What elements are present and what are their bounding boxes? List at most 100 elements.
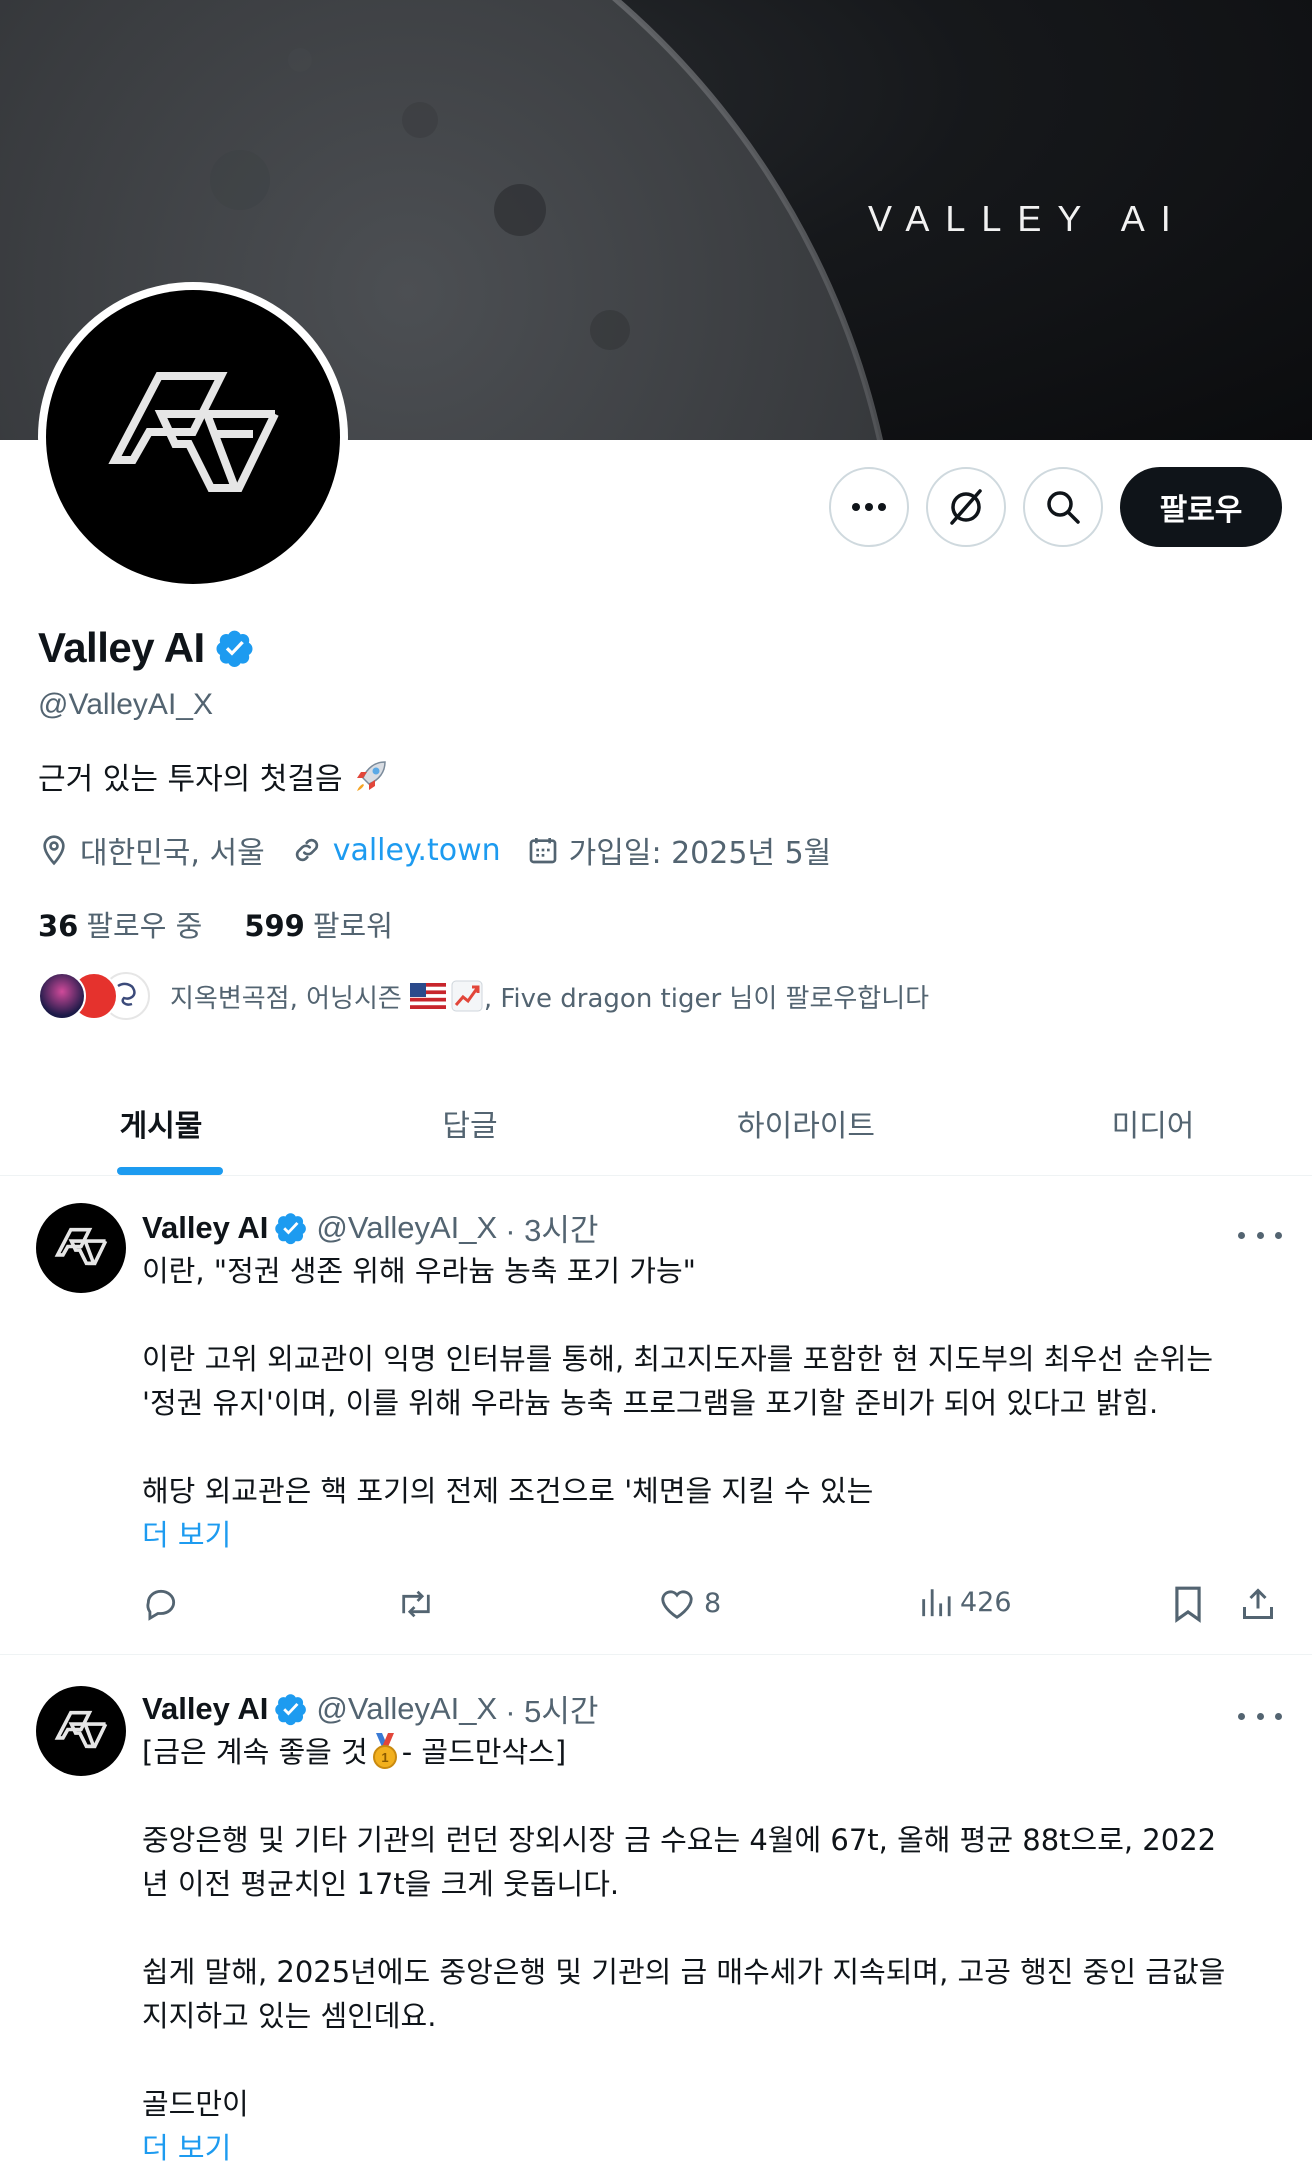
- profile-avatar[interactable]: [38, 282, 348, 592]
- tab-media-label: 미디어: [1111, 1108, 1195, 1144]
- post-line: 쉽게 말해, 2025년에도 중앙은행 및 기관의 금 매수세가 지속되며, 고…: [142, 1955, 1226, 1989]
- location-text: 대한민국, 서울: [80, 836, 265, 871]
- post-header: Valley AI @ValleyAI_X · 5시간: [142, 1686, 598, 1731]
- post-line: 이란 고위 외교관이 익명 인터뷰를 통해, 최고지도자를 포함한 현 지도부의…: [142, 1342, 1214, 1376]
- grok-button[interactable]: [926, 467, 1006, 547]
- more-options-button[interactable]: [829, 467, 909, 547]
- post-line: 지지하고 있는 셈인데요.: [142, 1999, 437, 2033]
- post-time[interactable]: · 3시간: [505, 1205, 598, 1250]
- post-blank-line: [142, 1293, 1282, 1337]
- active-tab-indicator: [117, 1167, 223, 1175]
- followed-by-row[interactable]: 지옥변곡점, 어닝시즌 , Five dragon tiger 님이 팔로우합니…: [38, 972, 929, 1020]
- tab-posts-label: 게시물: [119, 1108, 203, 1144]
- us-flag-emoji-icon: [409, 983, 446, 1009]
- follower-avatars: [38, 972, 166, 1020]
- post-blank-line: [142, 1425, 1282, 1469]
- post-time[interactable]: · 5시간: [505, 1686, 598, 1731]
- medal-emoji-icon: 1: [372, 1733, 397, 1769]
- chart-increasing-emoji-icon: [451, 980, 483, 1012]
- bookmark-icon: [1175, 1586, 1201, 1623]
- post-line: 이란, "정권 생존 위해 우라늄 농축 포기 가능": [142, 1254, 696, 1288]
- post-actions: 8 426: [142, 1585, 1282, 1629]
- profile-handle: @ValleyAI_X: [38, 688, 213, 721]
- post-author-name[interactable]: Valley AI: [142, 1691, 268, 1727]
- profile-meta-row: 대한민국, 서울 valley.town 가입일: 2025년 5월: [38, 828, 857, 872]
- bio-text: 근거 있는 투자의 첫걸음: [38, 762, 343, 797]
- verified-badge-icon[interactable]: [274, 1211, 308, 1245]
- tab-posts[interactable]: 게시물: [0, 1070, 322, 1175]
- tab-replies-label: 답글: [442, 1108, 498, 1144]
- like-button[interactable]: 8: [658, 1585, 721, 1621]
- post-blank-line: [142, 1774, 1282, 1818]
- post-header: Valley AI @ValleyAI_X · 3시간: [142, 1205, 598, 1250]
- following-stat[interactable]: 36 팔로우 중: [38, 903, 202, 945]
- grok-icon: [950, 489, 982, 525]
- post-author-name[interactable]: Valley AI: [142, 1210, 268, 1246]
- post-item[interactable]: Valley AI @ValleyAI_X · 3시간 이란, "정권 생존 위…: [0, 1177, 1312, 1655]
- post-body: 이란, "정권 생존 위해 우라늄 농축 포기 가능" 이란 고위 외교관이 익…: [142, 1249, 1282, 1557]
- analytics-icon: [922, 1589, 951, 1617]
- profile-link[interactable]: valley.town: [333, 833, 501, 868]
- post-author-handle[interactable]: @ValleyAI_X: [316, 1210, 497, 1246]
- repost-icon: [402, 1590, 430, 1618]
- followers-stat[interactable]: 599 팔로워: [244, 903, 393, 945]
- banner-logo-text: VALLEY AI: [868, 198, 1187, 239]
- bookmark-button[interactable]: [1172, 1585, 1204, 1623]
- profile-name-row: Valley AI: [38, 624, 255, 672]
- reply-button[interactable]: [142, 1585, 180, 1623]
- post-more-button[interactable]: [1238, 1706, 1282, 1726]
- reply-icon: [146, 1589, 176, 1621]
- post-more-button[interactable]: [1238, 1225, 1282, 1245]
- tab-highlights-label: 하이라이트: [737, 1108, 875, 1144]
- valley-logo-icon: [54, 1710, 108, 1749]
- joined-item: 가입일: 2025년 5월: [527, 828, 832, 872]
- show-more-link[interactable]: 더 보기: [142, 2126, 1282, 2170]
- calendar-icon: [529, 838, 556, 864]
- post-line: 년 이전 평균치인 17t을 크게 웃돕니다.: [142, 1867, 620, 1901]
- like-count: 8: [704, 1587, 722, 1619]
- profile-tabs: 게시물 답글 하이라이트 미디어: [0, 1070, 1312, 1176]
- link-icon: [295, 838, 318, 862]
- profile-name: Valley AI: [38, 624, 205, 671]
- location-item: 대한민국, 서울: [38, 828, 265, 872]
- post-blank-line: [142, 1906, 1282, 1950]
- post-line: [금은 계속 좋을 것 1 - 골드만삭스]: [142, 1730, 1282, 1774]
- post-line: 중앙은행 및 기타 기관의 런던 장외시장 금 수요는 4월에 67t, 올해 …: [142, 1823, 1217, 1857]
- profile-bio: 근거 있는 투자의 첫걸음: [38, 754, 391, 798]
- post-avatar[interactable]: [36, 1686, 126, 1776]
- share-button[interactable]: [1240, 1585, 1276, 1623]
- followed-by-names: 지옥변곡점, 어닝시즌: [170, 983, 402, 1014]
- verified-badge-icon[interactable]: [274, 1692, 308, 1726]
- follow-stats: 36 팔로우 중 599 팔로워: [38, 903, 393, 945]
- tab-replies[interactable]: 답글: [322, 1070, 618, 1175]
- valley-logo-icon: [108, 372, 279, 492]
- repost-button[interactable]: [396, 1585, 436, 1623]
- post-item[interactable]: Valley AI @ValleyAI_X · 5시간 [금은 계속 좋을 것 …: [0, 1656, 1312, 2174]
- post-body: [금은 계속 좋을 것 1 - 골드만삭스] 중앙은행 및 기타 기관의 런던 …: [142, 1730, 1282, 2170]
- follow-button[interactable]: 팔로우: [1120, 467, 1282, 547]
- share-icon: [1243, 1588, 1273, 1619]
- post-author-handle[interactable]: @ValleyAI_X: [316, 1691, 497, 1727]
- link-item[interactable]: valley.town: [291, 833, 501, 868]
- post-line-text: [금은 계속 좋을 것: [142, 1735, 368, 1769]
- more-icon: [852, 503, 886, 511]
- followed-by-suffix: , Five dragon tiger 님이 팔로우합니다: [483, 983, 930, 1014]
- rocket-emoji-icon: [356, 761, 386, 791]
- tab-media[interactable]: 미디어: [994, 1070, 1312, 1175]
- follower-avatar: [38, 972, 86, 1020]
- valley-logo-icon: [54, 1227, 108, 1266]
- view-count: 426: [960, 1586, 1012, 1618]
- views-button[interactable]: 426: [918, 1585, 1012, 1619]
- joined-date: 가입일: 2025년 5월: [568, 836, 832, 871]
- search-profile-button[interactable]: [1023, 467, 1103, 547]
- verified-badge-icon[interactable]: [215, 628, 255, 668]
- post-line: 골드만이: [142, 2087, 249, 2121]
- post-avatar[interactable]: [36, 1203, 126, 1293]
- heart-icon: [661, 1590, 693, 1619]
- post-line: '정권 유지'이며, 이를 위해 우라늄 농축 프로그램을 포기할 준비가 되어…: [142, 1386, 1159, 1420]
- post-line-text: - 골드만삭스]: [401, 1735, 567, 1769]
- tab-highlights[interactable]: 하이라이트: [618, 1070, 994, 1175]
- post-blank-line: [142, 2038, 1282, 2082]
- show-more-link[interactable]: 더 보기: [142, 1513, 1282, 1557]
- post-line: 해당 외교관은 핵 포기의 전제 조건으로 '체면을 지킬 수 있는: [142, 1474, 874, 1508]
